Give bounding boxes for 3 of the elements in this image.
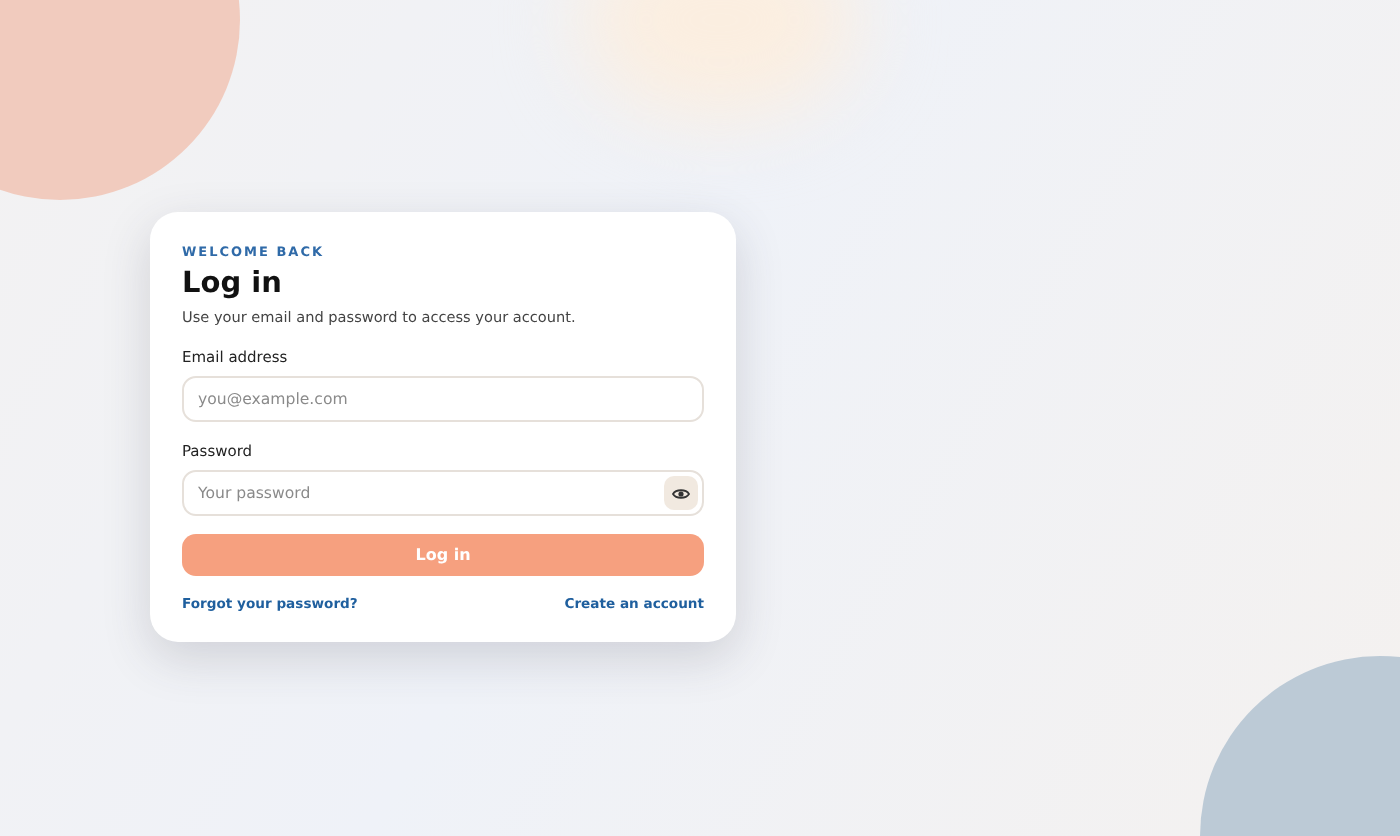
title: Log in <box>182 268 284 300</box>
eye-icon <box>672 487 690 499</box>
show-password-button[interactable] <box>664 476 698 510</box>
